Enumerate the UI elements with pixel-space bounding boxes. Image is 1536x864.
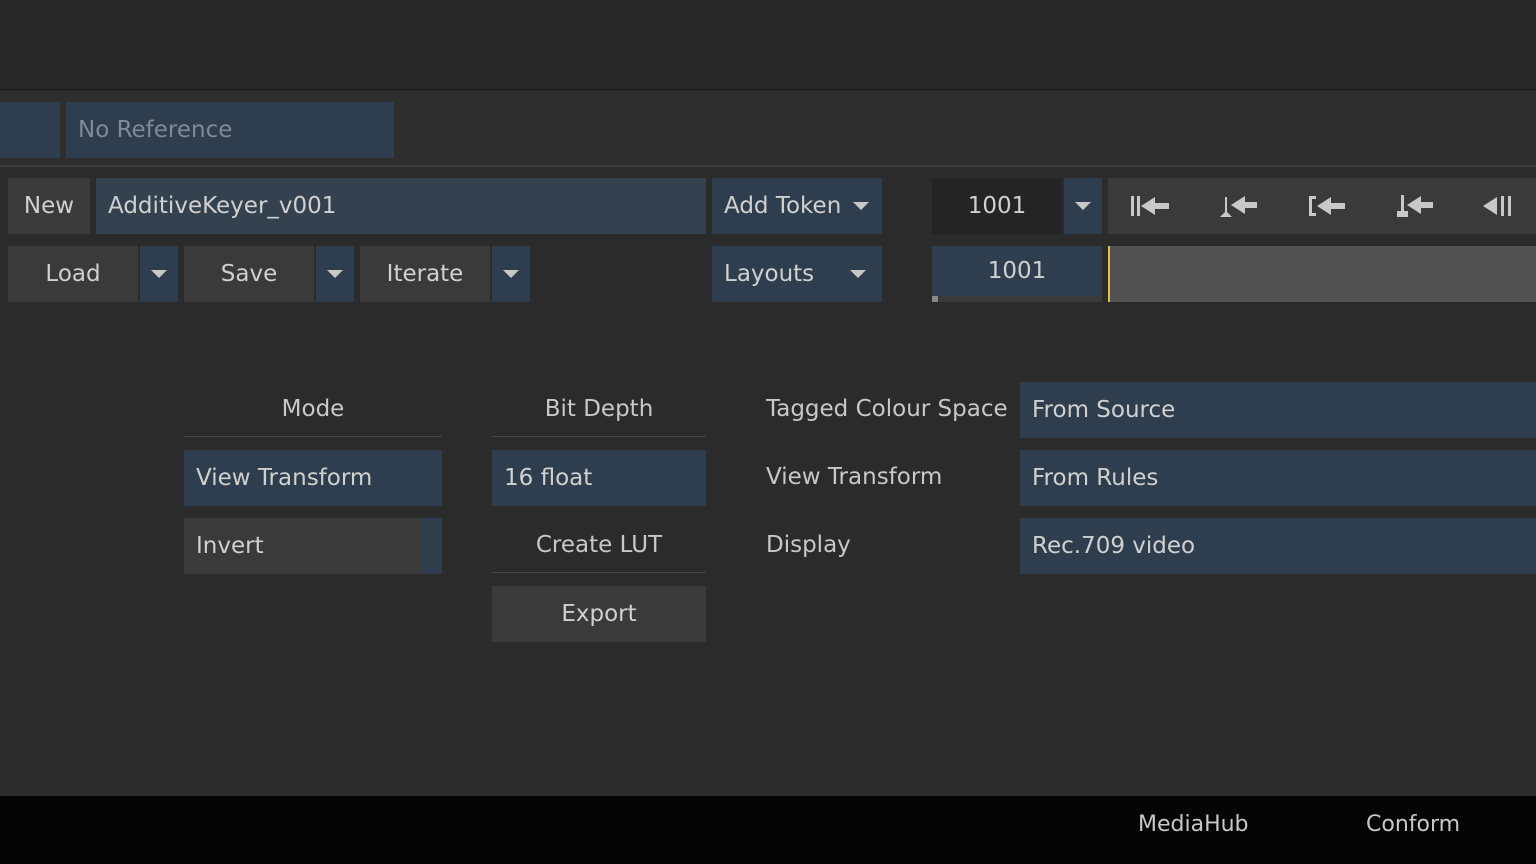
load-button[interactable]: Load bbox=[8, 246, 138, 302]
export-button[interactable]: Export bbox=[492, 586, 706, 642]
layouts-dropdown[interactable]: Layouts bbox=[712, 246, 882, 302]
reference-row: No Reference bbox=[0, 91, 1536, 167]
goto-start-icon[interactable] bbox=[1118, 178, 1184, 234]
reference-selector[interactable] bbox=[0, 102, 60, 158]
tagged-colour-space-label: Tagged Colour Space bbox=[766, 396, 1008, 422]
play-backward-icon[interactable] bbox=[1470, 178, 1536, 234]
goto-in-icon[interactable] bbox=[1294, 178, 1360, 234]
timeline-frame-field[interactable]: 1001 bbox=[932, 246, 1102, 296]
layouts-label: Layouts bbox=[724, 261, 815, 287]
display-dropdown[interactable]: Rec.709 video bbox=[1020, 518, 1536, 574]
invert-indicator[interactable] bbox=[422, 518, 442, 574]
create-lut-divider bbox=[492, 572, 706, 573]
iterate-menu-button[interactable] bbox=[492, 246, 530, 302]
add-token-label: Add Token bbox=[724, 193, 842, 219]
save-button[interactable]: Save bbox=[184, 246, 314, 302]
tab-mediahub[interactable]: MediaHub bbox=[1138, 812, 1249, 837]
chevron-down-icon bbox=[853, 202, 870, 210]
chevron-down-icon bbox=[151, 270, 167, 278]
batch-name-input[interactable]: AdditiveKeyer_v001 bbox=[96, 178, 706, 234]
chevron-down-icon bbox=[327, 270, 343, 278]
mode-heading: Mode bbox=[281, 396, 345, 422]
reference-field[interactable]: No Reference bbox=[66, 102, 394, 158]
range-marker bbox=[932, 296, 938, 302]
top-panel bbox=[0, 0, 1536, 90]
bit-depth-heading: Bit Depth bbox=[544, 396, 654, 422]
bit-depth-divider bbox=[492, 436, 706, 437]
iterate-button[interactable]: Iterate bbox=[360, 246, 490, 302]
frame-field[interactable]: 1001 bbox=[932, 178, 1062, 234]
tagged-colour-space-dropdown[interactable]: From Source bbox=[1020, 382, 1536, 438]
view-transform-dropdown[interactable]: From Rules bbox=[1020, 450, 1536, 506]
chevron-down-icon bbox=[1075, 202, 1091, 210]
new-button[interactable]: New bbox=[8, 178, 90, 234]
invert-toggle[interactable]: Invert bbox=[184, 518, 422, 574]
bottom-tab-bar bbox=[0, 796, 1536, 864]
timeline-scrubber[interactable] bbox=[1108, 246, 1536, 302]
view-transform-label: View Transform bbox=[766, 464, 943, 490]
prev-marker-icon[interactable] bbox=[1382, 178, 1448, 234]
add-token-dropdown[interactable]: Add Token bbox=[712, 178, 882, 234]
mode-divider bbox=[184, 436, 442, 437]
display-label: Display bbox=[766, 532, 851, 558]
frame-menu-button[interactable] bbox=[1064, 178, 1102, 234]
chevron-down-icon bbox=[503, 270, 519, 278]
chevron-down-icon bbox=[850, 270, 867, 278]
load-menu-button[interactable] bbox=[140, 246, 178, 302]
mode-dropdown[interactable]: View Transform bbox=[184, 450, 442, 506]
tab-conform[interactable]: Conform bbox=[1366, 812, 1460, 837]
create-lut-heading: Create LUT bbox=[535, 532, 663, 558]
save-menu-button[interactable] bbox=[316, 246, 354, 302]
bit-depth-dropdown[interactable]: 16 float bbox=[492, 450, 706, 506]
playhead[interactable] bbox=[1108, 246, 1110, 302]
timeline-range-bar bbox=[932, 296, 1102, 302]
prev-keyframe-icon[interactable] bbox=[1206, 178, 1272, 234]
